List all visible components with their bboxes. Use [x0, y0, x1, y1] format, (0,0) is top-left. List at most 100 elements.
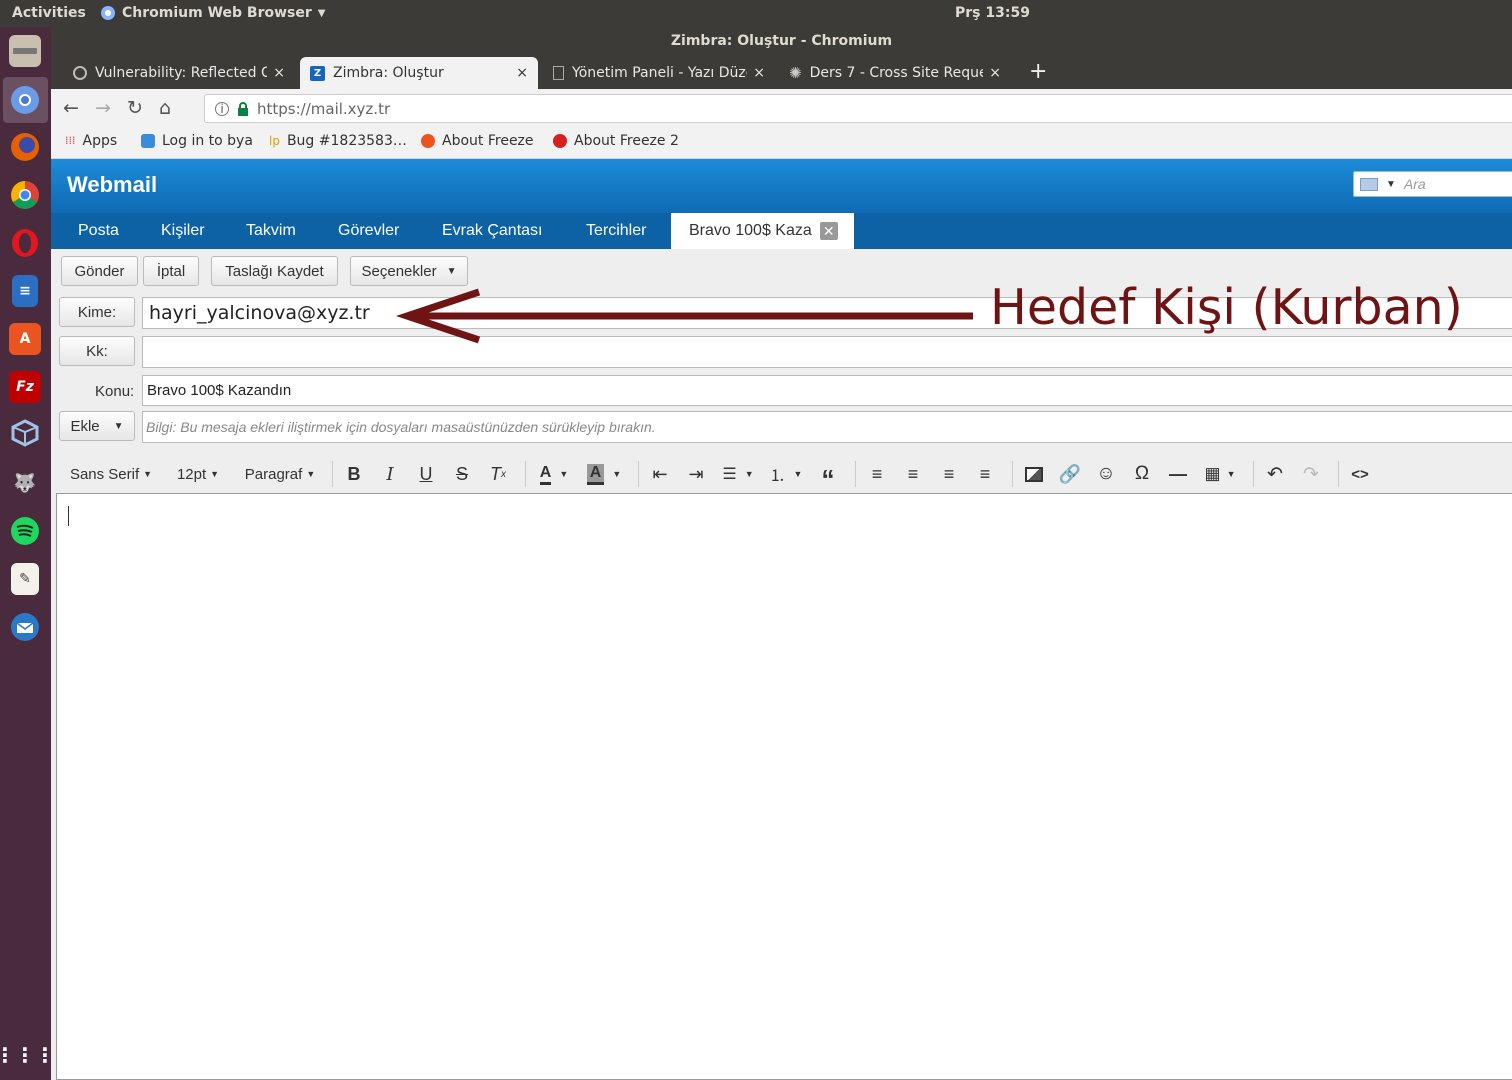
link-icon[interactable]: 🔗	[1055, 459, 1085, 489]
bookmark-item[interactable]: Log in to bya	[141, 133, 253, 149]
thunderbird-icon[interactable]	[9, 611, 41, 643]
writer-icon[interactable]: ≡	[12, 275, 38, 307]
tab-compose[interactable]: Bravo 100$ Kaza ✕	[671, 213, 854, 249]
opera-icon[interactable]	[9, 227, 41, 259]
chevron-down-icon: ▼	[143, 469, 153, 479]
tab-close-icon[interactable]: ×	[753, 65, 765, 81]
reload-icon[interactable]: ↻	[127, 97, 143, 119]
toolbar-divider	[1012, 461, 1013, 487]
address-bar[interactable]: i https://mail.xyz.tr	[204, 94, 1512, 123]
underline-icon[interactable]: U	[411, 459, 441, 489]
virtualbox-icon[interactable]	[9, 417, 41, 449]
blockquote-icon[interactable]: “	[813, 459, 843, 494]
clock[interactable]: Prş 13:59	[955, 5, 1030, 21]
webmail-header: Webmail ▼ Ara	[51, 159, 1512, 213]
bookmark-label: Apps	[82, 133, 118, 149]
bullet-list-icon[interactable]: ☰ ▼	[717, 459, 759, 489]
attachment-drop-zone[interactable]: Bilgi: Bu mesaja ekleri iliştirmek için …	[142, 411, 1512, 443]
browser-tab[interactable]: ✺ Ders 7 - Cross Site Request ×	[779, 57, 1011, 89]
source-code-icon[interactable]: <>	[1345, 459, 1375, 489]
font-size-select[interactable]: 12pt ▼	[170, 459, 226, 489]
subject-field[interactable]: Bravo 100$ Kazandın	[142, 375, 1512, 406]
strikethrough-icon[interactable]: S	[447, 459, 477, 489]
bookmark-item[interactable]: lp Bug #1823583…	[269, 133, 407, 149]
gimp-icon[interactable]: 🐺	[9, 467, 41, 499]
info-icon[interactable]: i	[215, 101, 229, 116]
indent-icon[interactable]: ⇥	[681, 459, 711, 489]
tab-mail[interactable]: Posta	[78, 213, 119, 249]
launcher-dock: ≡ A Fz 🐺 ✎ ⋮⋮⋮	[0, 27, 55, 1080]
activities-button[interactable]: Activities	[12, 5, 86, 21]
redo-icon[interactable]: ↷	[1296, 459, 1326, 489]
undo-icon[interactable]: ↶	[1260, 459, 1290, 489]
bookmark-apps[interactable]: ⁞⁞⁞ Apps	[65, 133, 117, 149]
horizontal-rule-icon[interactable]: —	[1163, 459, 1193, 489]
align-justify-icon[interactable]: ≡	[970, 459, 1000, 489]
text-editor-icon[interactable]: ✎	[11, 563, 39, 595]
editor-toolbar: Sans Serif ▼ 12pt ▼ Paragraf ▼ B I U S Tx A…	[56, 454, 1512, 494]
bookmark-favicon-icon	[141, 134, 155, 148]
browser-tab[interactable]: Vulnerability: Reflected Cross ×	[63, 57, 295, 89]
options-label: Seçenekler	[361, 262, 437, 280]
tab-preferences[interactable]: Tercihler	[586, 213, 646, 249]
clear-format-icon[interactable]: Tx	[483, 459, 513, 489]
toolbar-divider	[1338, 461, 1339, 487]
align-right-icon[interactable]: ≡	[934, 459, 964, 489]
page-favicon-icon	[553, 66, 564, 80]
chromium-dock-icon[interactable]	[9, 84, 41, 116]
table-icon[interactable]: ▦ ▼	[1199, 459, 1241, 489]
webmail-logo[interactable]: Webmail	[67, 172, 157, 198]
browser-tab[interactable]: Yönetim Paneli - Yazı Düzenle ×	[543, 57, 775, 89]
firefox-icon[interactable]	[9, 131, 41, 163]
lock-icon	[238, 101, 248, 116]
italic-icon[interactable]: I	[375, 459, 405, 489]
image-icon[interactable]	[1019, 459, 1049, 489]
mail-search-icon[interactable]	[1360, 177, 1378, 191]
outdent-icon[interactable]: ⇤	[645, 459, 675, 489]
bookmark-item[interactable]: About Freeze 2	[553, 133, 679, 149]
chevron-down-icon: ▼	[210, 469, 220, 479]
align-left-icon[interactable]: ≡	[862, 459, 892, 489]
numbered-list-icon[interactable]: ⒈ ▼	[765, 459, 807, 489]
tab-contacts[interactable]: Kişiler	[161, 213, 205, 249]
app-menu[interactable]: Chromium Web Browser ▼	[100, 5, 325, 21]
background-color-icon[interactable]: A ▼	[582, 459, 626, 489]
browser-tab-active[interactable]: Z Zimbra: Oluştur ×	[300, 57, 538, 89]
tab-close-icon[interactable]: ×	[516, 65, 528, 81]
show-apps-icon[interactable]: ⋮⋮⋮	[0, 1039, 55, 1071]
bold-icon[interactable]: B	[339, 459, 369, 489]
chrome-icon[interactable]	[9, 179, 41, 211]
forward-arrow-icon[interactable]: →	[95, 97, 111, 119]
font-family-select[interactable]: Sans Serif ▼	[66, 459, 156, 489]
save-draft-button[interactable]: Taslağı Kaydet	[211, 256, 338, 286]
special-character-icon[interactable]: Ω	[1127, 459, 1157, 489]
software-center-icon[interactable]: A	[9, 323, 41, 355]
tab-close-icon[interactable]: ×	[989, 65, 1001, 81]
send-button[interactable]: Gönder	[61, 256, 138, 286]
files-icon[interactable]	[9, 35, 41, 67]
text-color-icon[interactable]: A ▼	[532, 459, 576, 489]
bookmark-item[interactable]: About Freeze	[421, 133, 534, 149]
attach-button[interactable]: Ekle ▼	[59, 411, 135, 441]
chromium-icon	[101, 6, 115, 20]
back-arrow-icon[interactable]: ←	[63, 97, 79, 119]
emoticon-icon[interactable]: ☺	[1091, 459, 1121, 489]
tab-close-icon[interactable]: ×	[273, 65, 285, 81]
align-center-icon[interactable]: ≡	[898, 459, 928, 489]
to-button[interactable]: Kime:	[59, 297, 135, 327]
close-icon[interactable]: ✕	[819, 222, 838, 240]
spotify-icon[interactable]	[9, 515, 41, 547]
format-select[interactable]: Paragraf ▼	[240, 459, 320, 489]
options-button[interactable]: Seçenekler ▼	[350, 256, 468, 286]
cc-button[interactable]: Kk:	[59, 336, 135, 366]
cancel-button[interactable]: İptal	[143, 256, 199, 286]
new-tab-button[interactable]: +	[1029, 59, 1047, 84]
filezilla-icon[interactable]: Fz	[9, 371, 41, 403]
tab-briefcase[interactable]: Evrak Çantası	[442, 213, 542, 249]
search-box[interactable]: ▼ Ara	[1353, 171, 1512, 197]
chevron-down-icon[interactable]: ▼	[1386, 179, 1396, 190]
home-icon[interactable]: ⌂	[159, 97, 171, 119]
tab-calendar[interactable]: Takvim	[246, 213, 296, 249]
message-body-editor[interactable]	[56, 493, 1512, 1080]
tab-tasks[interactable]: Görevler	[338, 213, 399, 249]
